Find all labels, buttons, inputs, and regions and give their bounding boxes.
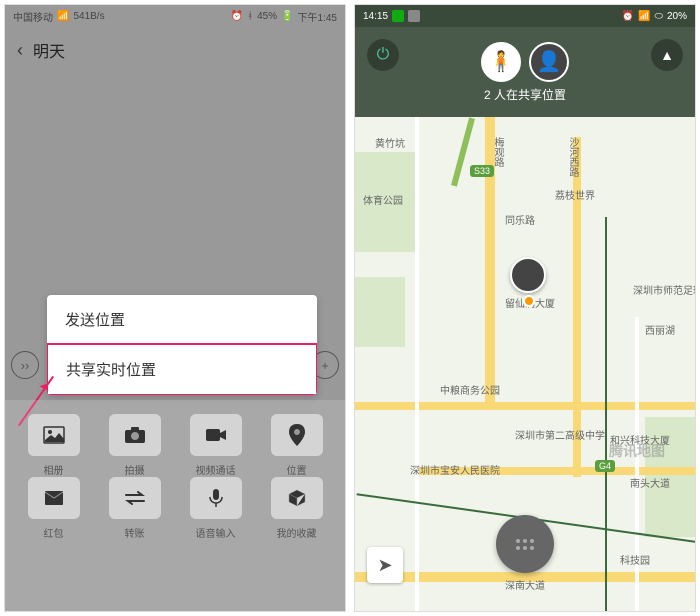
chat-title: 明天 — [33, 38, 65, 62]
battery-label: 20% — [667, 11, 687, 22]
power-button[interactable]: ⏻ — [367, 39, 399, 71]
tool-album[interactable]: 相册 — [13, 414, 94, 477]
avatar-row: 🧍 👤 — [481, 42, 569, 82]
tool-location[interactable]: 位置 — [256, 414, 337, 477]
location-popup: 发送位置 共享实时位置 — [47, 295, 317, 395]
map-label: 体育公园 — [363, 192, 403, 207]
tool-camera[interactable]: 拍摄 — [94, 414, 175, 477]
status-bar: 中国移动 📶 541B/s ⏰ ᚼ 45% 🔋 下午1:45 — [5, 5, 345, 27]
map-watermark: 腾讯地图 — [609, 441, 665, 461]
alarm-icon: ⏰ — [622, 11, 634, 22]
location-point — [523, 295, 535, 307]
highway-badge: G4 — [595, 460, 615, 472]
popup-item-send-location[interactable]: 发送位置 — [47, 295, 317, 344]
battery-label: 45% — [257, 11, 277, 22]
tool-red-packet[interactable]: 红包 — [13, 477, 94, 540]
map-road — [355, 402, 695, 410]
net-speed: 541B/s — [73, 11, 104, 22]
cube-icon — [271, 477, 323, 519]
chat-header: ‹ 明天 — [5, 27, 345, 73]
envelope-icon — [28, 477, 80, 519]
map-label: 同乐路 — [505, 212, 535, 227]
mic-icon — [190, 477, 242, 519]
time-label: 下午1:45 — [298, 9, 337, 24]
more-button[interactable] — [496, 515, 554, 573]
map-label: 沙河西路 — [565, 137, 580, 177]
user-marker[interactable] — [510, 257, 546, 293]
app-icon — [408, 10, 420, 22]
map-label: 梅观路 — [490, 137, 505, 167]
video-icon — [190, 414, 242, 456]
bluetooth-icon: ᚼ — [247, 11, 253, 22]
wifi-icon: 📶 — [638, 11, 650, 22]
voice-toggle-icon[interactable]: ›› — [11, 351, 39, 379]
carrier-label: 中国移动 — [13, 9, 53, 24]
map-road — [415, 117, 419, 611]
map-label: 中粮商务公园 — [440, 382, 500, 397]
map-label: 西丽湖 — [645, 322, 675, 337]
right-phone-screen: 14:15 ⏰ 📶 ⬭ 20% ⏻ ▲ 🧍 👤 2 人在共享位置 — [354, 4, 696, 612]
locate-button[interactable]: ➤ — [367, 547, 403, 583]
map-label: 荔枝世界 — [555, 187, 595, 202]
left-phone-screen: 中国移动 📶 541B/s ⏰ ᚼ 45% 🔋 下午1:45 ‹ 明天 ›› +… — [4, 4, 346, 612]
pin-icon — [271, 414, 323, 456]
sharing-count-label: 2 人在共享位置 — [484, 86, 566, 103]
map-label: 深圳市宝安人民医院 — [410, 462, 500, 477]
map-label: 深圳市师范足球训练场 — [633, 282, 695, 297]
tool-transfer[interactable]: 转账 — [94, 477, 175, 540]
map-label: 黄竹坑 — [375, 135, 405, 150]
more-tools-panel: 相册 拍摄 视频通话 位置 红包 — [5, 400, 345, 611]
popup-item-share-realtime[interactable]: 共享实时位置 — [47, 343, 317, 395]
signal-icon: 📶 — [57, 11, 69, 22]
back-icon[interactable]: ‹ — [17, 40, 23, 61]
sharing-header: ⏻ ▲ 🧍 👤 2 人在共享位置 — [355, 27, 695, 117]
avatar[interactable]: 🧍 — [481, 42, 521, 82]
avatar[interactable]: 👤 — [529, 42, 569, 82]
map-label: 南头大道 — [630, 475, 670, 490]
battery-icon: 🔋 — [281, 11, 293, 22]
transfer-icon — [109, 477, 161, 519]
highway-badge: S33 — [470, 165, 494, 177]
map-label: 科技园 — [620, 552, 650, 567]
app-icon — [392, 10, 404, 22]
alarm-icon: ⏰ — [231, 11, 243, 22]
time-label: 14:15 — [363, 11, 388, 22]
album-icon — [28, 414, 80, 456]
map-subway-line — [605, 217, 607, 611]
camera-icon — [109, 414, 161, 456]
tool-video-call[interactable]: 视频通话 — [175, 414, 256, 477]
map-label: 深圳市第二高级中学 — [515, 427, 605, 442]
collapse-button[interactable]: ▲ — [651, 39, 683, 71]
battery-icon: ⬭ — [654, 11, 663, 22]
map-view[interactable]: 黄竹坑 体育公园 同乐路 荔枝世界 沙河西路 梅观路 留仙洞大厦 深圳市师范足球… — [355, 117, 695, 611]
map-park — [355, 277, 405, 347]
tool-voice-input[interactable]: 语音输入 — [175, 477, 256, 540]
map-label: 深南大道 — [505, 577, 545, 592]
status-bar: 14:15 ⏰ 📶 ⬭ 20% — [355, 5, 695, 27]
tool-favorites[interactable]: 我的收藏 — [256, 477, 337, 540]
